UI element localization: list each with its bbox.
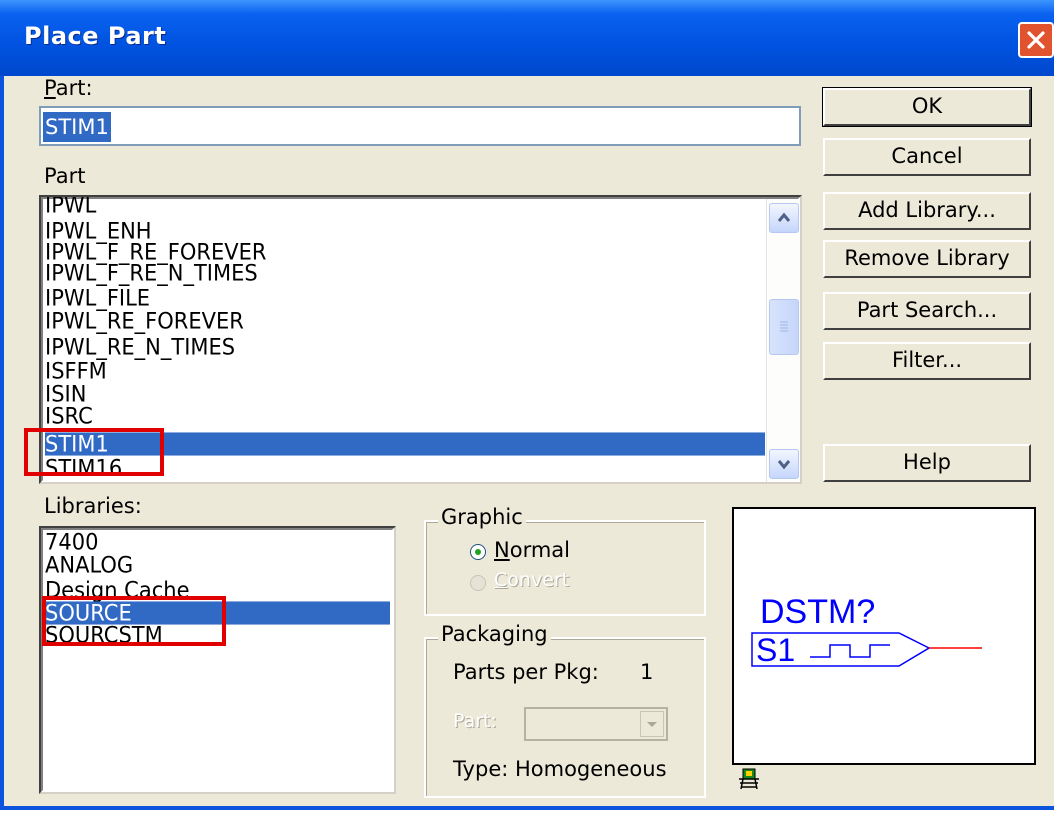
cancel-button[interactable]: Cancel [823,138,1031,176]
convert-rest: onvert [507,569,570,591]
pulse-waveform-icon [810,644,890,658]
list-item[interactable]: ISRC [45,404,93,427]
ok-button[interactable]: OK [822,87,1032,127]
symbol-pin-name: S1 [756,632,795,668]
normal-radio-label[interactable]: Normal [494,538,570,562]
part-symbol-icon[interactable] [736,766,762,792]
convert-radio [470,575,486,591]
help-button[interactable]: Help [823,444,1031,482]
list-item[interactable]: ANALOG [45,553,133,576]
scroll-down-button[interactable] [769,449,799,479]
libraries-label: Libraries: [44,494,142,518]
scroll-thumb[interactable] [769,299,799,355]
part-preview: DSTM? S1 [732,507,1036,765]
list-item[interactable]: IPWL_F_RE_N_TIMES [45,261,258,284]
list-item[interactable]: IPWL [45,197,96,217]
title-bar[interactable]: Place Part [0,0,1054,76]
place-part-window: Place Part Part: STIM1 Part IPWL IPWL_EN… [0,0,1054,810]
scroll-up-button[interactable] [769,203,799,233]
list-item[interactable]: IPWL_FILE [45,286,150,309]
part-field-label-rest: art: [55,76,93,100]
graphic-group-title: Graphic [438,505,526,529]
triangle-down-icon [647,722,657,727]
list-item[interactable]: ISFFM [45,359,107,382]
packaging-type: Type: Homogeneous [453,757,667,781]
highlight-box-source [42,596,226,646]
filter-button[interactable]: Filter... [823,342,1031,380]
chevron-up-icon [777,212,791,222]
dropdown-button [640,711,664,737]
parts-per-pkg-value: 1 [640,660,654,684]
part-field-label-accel: P [44,76,56,100]
part-input-value: STIM1 [43,112,111,142]
packaging-group-title: Packaging [438,622,551,646]
part-list-scrollbar[interactable] [766,199,800,482]
symbol-reference: DSTM? [760,593,875,631]
add-library-button[interactable]: Add Library... [823,192,1031,230]
normal-accel: N [494,538,510,562]
part-search-button[interactable]: Part Search... [823,292,1031,330]
libraries-list[interactable]: 7400 ANALOG Design Cache SOURCE SOURCSTM [39,526,396,794]
part-input[interactable]: STIM1 [39,106,801,146]
packaging-part-select [524,707,668,741]
parts-per-pkg-label: Parts per Pkg: [453,660,599,684]
close-icon [1027,31,1045,49]
highlight-box-stim1 [24,428,164,476]
remove-library-button[interactable]: Remove Library [823,240,1031,278]
part-list-label: Part [44,164,86,188]
stim-symbol: DSTM? S1 [751,593,982,668]
packaging-part-label: Part: [453,710,497,732]
part-field-label: Part: [44,76,93,100]
convert-radio-label: Convert [494,569,569,591]
list-item[interactable]: IPWL_RE_FOREVER [45,309,244,332]
grip-icon [780,321,788,332]
list-item[interactable]: 7400 [45,530,98,553]
normal-radio[interactable] [470,544,486,560]
graphic-group [424,520,706,616]
normal-rest: ormal [509,538,570,562]
chevron-down-icon [777,460,791,470]
list-item[interactable]: ISIN [45,382,86,405]
convert-accel: C [494,569,508,591]
radio-checked-dot [475,549,481,555]
window-title: Place Part [24,22,167,50]
list-item[interactable]: IPWL_RE_N_TIMES [45,335,235,358]
close-button[interactable] [1018,22,1054,58]
